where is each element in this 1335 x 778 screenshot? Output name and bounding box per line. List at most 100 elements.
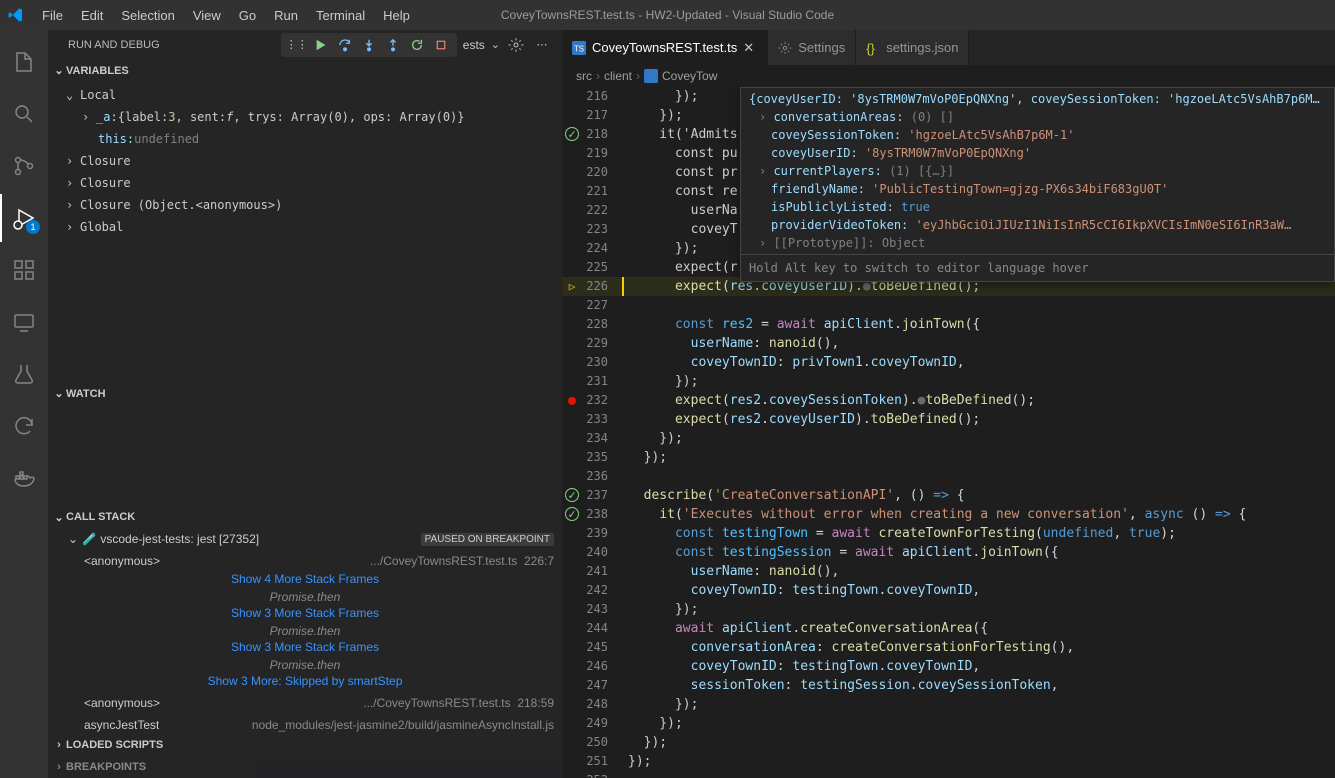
scope-closure-2[interactable]: ›Closure (48, 172, 562, 194)
hover-prop[interactable]: providerVideoToken: 'eyJhbGciOiJIUzI1NiI… (741, 216, 1334, 234)
gutter-glyph[interactable] (562, 562, 582, 581)
gutter-glyph[interactable] (562, 600, 582, 619)
code-line[interactable]: 232 expect(res2.coveySessionToken).●toBe… (562, 391, 1335, 410)
debug-config-name[interactable]: ests (463, 38, 485, 52)
code-line[interactable]: 236 (562, 467, 1335, 486)
code-editor[interactable]: {coveyUserID: '8ysTRM0W7mVoP0EpQNXng', c… (562, 87, 1335, 778)
gear-icon[interactable] (506, 35, 526, 55)
gutter-glyph[interactable] (562, 733, 582, 752)
breakpoints-section-header[interactable]: ›BREAKPOINTS (48, 756, 562, 778)
line-content[interactable]: coveyT (622, 220, 738, 239)
show-more-frames-4[interactable]: Show 4 More Stack Frames (48, 572, 562, 590)
hover-prop[interactable]: › currentPlayers: (1) [{…}] (741, 162, 1334, 180)
gutter-glyph[interactable] (562, 334, 582, 353)
code-line[interactable]: 249 }); (562, 714, 1335, 733)
var-this[interactable]: this: undefined (48, 128, 562, 150)
gutter-glyph[interactable] (562, 353, 582, 372)
callstack-frame[interactable]: asyncJestTestnode_modules/jest-jasmine2/… (48, 714, 562, 734)
gutter-glyph[interactable] (562, 220, 582, 239)
callstack-frame[interactable]: <anonymous>.../CoveyTownsREST.test.ts 22… (48, 550, 562, 572)
variables-section-header[interactable]: ⌄VARIABLES (48, 60, 562, 82)
line-content[interactable]: const testingTown = await createTownForT… (622, 524, 1176, 543)
run-debug-icon[interactable]: 1 (0, 194, 48, 242)
remote-icon[interactable] (0, 298, 48, 346)
gutter-glyph[interactable] (562, 752, 582, 771)
menu-help[interactable]: Help (375, 4, 418, 27)
gutter-glyph[interactable] (562, 163, 582, 182)
line-content[interactable] (622, 296, 628, 315)
gutter-glyph[interactable] (562, 429, 582, 448)
code-line[interactable]: 227 (562, 296, 1335, 315)
more-icon[interactable]: ⋯ (532, 35, 552, 55)
line-content[interactable]: await apiClient.createConversationArea({ (622, 619, 988, 638)
code-line[interactable]: 231 }); (562, 372, 1335, 391)
line-content[interactable]: }); (622, 733, 667, 752)
callstack-thread[interactable]: ⌄🧪 vscode-jest-tests: jest [27352] Pause… (48, 528, 562, 550)
code-line[interactable]: 230 coveyTownID: privTown1.coveyTownID, (562, 353, 1335, 372)
hover-prop[interactable]: coveySessionToken: 'hgzoeLAtc5VsAhB7p6M-… (741, 126, 1334, 144)
step-into-button[interactable] (359, 35, 379, 55)
watch-section-header[interactable]: ⌄WATCH (48, 383, 562, 405)
extensions-icon[interactable] (0, 246, 48, 294)
scope-closure-1[interactable]: ›Closure (48, 150, 562, 172)
gutter-glyph[interactable] (562, 581, 582, 600)
loaded-scripts-section-header[interactable]: ›LOADED SCRIPTS (48, 734, 562, 756)
code-line[interactable]: 244 await apiClient.createConversationAr… (562, 619, 1335, 638)
code-line[interactable]: 234 }); (562, 429, 1335, 448)
hover-prop[interactable]: › [[Prototype]]: Object (741, 234, 1334, 252)
line-content[interactable]: coveyTownID: testingTown.coveyTownID, (622, 657, 980, 676)
line-content[interactable]: const testingSession = await apiClient.j… (622, 543, 1059, 562)
tab-settings-json[interactable]: {} settings.json (856, 30, 969, 65)
gutter-glyph[interactable]: ✓ (565, 127, 579, 141)
line-content[interactable]: const res2 = await apiClient.joinTown({ (622, 315, 980, 334)
gutter-glyph[interactable]: ▷ (562, 277, 582, 296)
gutter-glyph[interactable] (562, 372, 582, 391)
code-line[interactable]: 243 }); (562, 600, 1335, 619)
gutter-glyph[interactable]: ✓ (565, 507, 579, 521)
gutter-glyph[interactable] (562, 410, 582, 429)
menu-selection[interactable]: Selection (113, 4, 182, 27)
gutter-glyph[interactable] (562, 182, 582, 201)
gutter-glyph[interactable] (562, 315, 582, 334)
code-line[interactable]: 252 (562, 771, 1335, 778)
code-line[interactable]: 229 userName: nanoid(), (562, 334, 1335, 353)
line-content[interactable]: }); (622, 87, 698, 106)
line-content[interactable]: expect(res2.coveyUserID).toBeDefined(); (622, 410, 980, 429)
line-content[interactable]: conversationArea: createConversationForT… (622, 638, 1074, 657)
restart-button[interactable] (407, 35, 427, 55)
gutter-glyph[interactable] (562, 391, 582, 410)
gutter-glyph[interactable] (562, 258, 582, 277)
gutter-glyph[interactable] (562, 638, 582, 657)
gutter-glyph[interactable] (562, 619, 582, 638)
gutter-glyph[interactable] (562, 714, 582, 733)
line-content[interactable]: }); (622, 106, 683, 125)
refresh-icon[interactable] (0, 402, 48, 450)
line-content[interactable]: }); (622, 239, 698, 258)
continue-button[interactable] (311, 35, 331, 55)
code-line[interactable]: 250 }); (562, 733, 1335, 752)
code-line[interactable]: 247 sessionToken: testingSession.coveySe… (562, 676, 1335, 695)
explorer-icon[interactable] (0, 38, 48, 86)
hover-prop[interactable]: friendlyName: 'PublicTestingTown=gjzg-PX… (741, 180, 1334, 198)
line-content[interactable]: coveyTownID: privTown1.coveyTownID, (622, 353, 965, 372)
line-content[interactable]: expect(r (622, 258, 738, 277)
gutter-glyph[interactable] (562, 106, 582, 125)
line-content[interactable]: const re (622, 182, 738, 201)
gutter-glyph[interactable] (562, 201, 582, 220)
gutter-glyph[interactable] (562, 467, 582, 486)
code-line[interactable]: 239 const testingTown = await createTown… (562, 524, 1335, 543)
var-a[interactable]: ›_a: {label: 3, sent: f, trys: Array(0),… (48, 106, 562, 128)
line-content[interactable]: it('Executes without error when creating… (622, 505, 1246, 524)
step-over-button[interactable] (335, 35, 355, 55)
stop-button[interactable] (431, 35, 451, 55)
gutter-glyph[interactable] (562, 771, 582, 778)
line-content[interactable]: }); (622, 600, 698, 619)
code-line[interactable]: 235 }); (562, 448, 1335, 467)
testing-icon[interactable] (0, 350, 48, 398)
gutter-glyph[interactable] (562, 296, 582, 315)
line-content[interactable] (622, 467, 628, 486)
hover-prop[interactable]: isPubliclyListed: true (741, 198, 1334, 216)
tab-coveytowns-test[interactable]: TS CoveyTownsREST.test.ts ✕ (562, 30, 768, 65)
gutter-glyph[interactable] (562, 543, 582, 562)
hover-prop[interactable]: coveyUserID: '8ysTRM0W7mVoP0EpQNXng' (741, 144, 1334, 162)
